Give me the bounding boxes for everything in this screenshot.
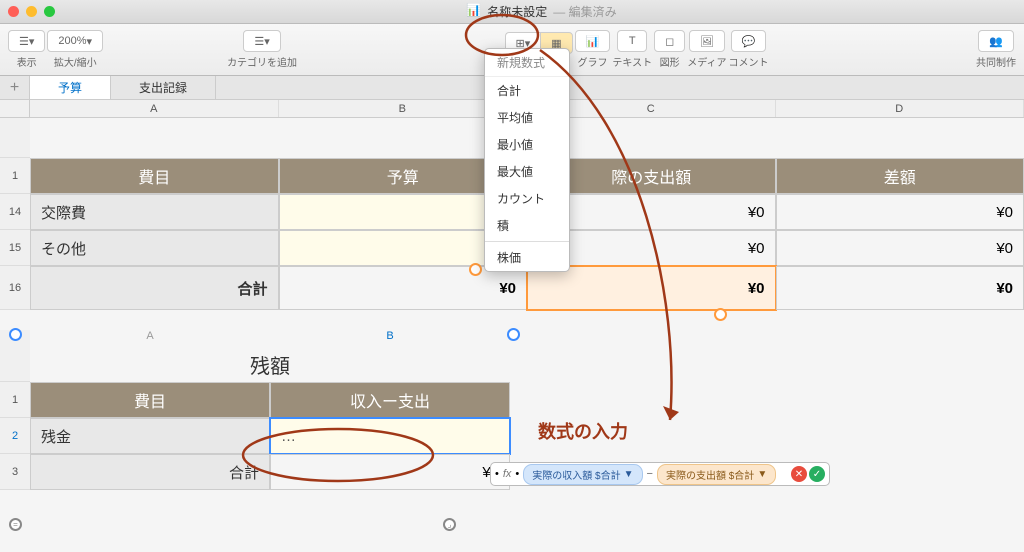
dropdown-min[interactable]: 最小値 xyxy=(485,131,569,158)
row-1[interactable]: 1 xyxy=(0,158,30,194)
category-group: ☰▾ カテゴリを追加 xyxy=(227,30,297,69)
media-label: メディア xyxy=(687,54,726,69)
confirm-formula-button[interactable]: ✓ xyxy=(809,466,825,482)
comment-button[interactable]: 💬 xyxy=(731,30,767,52)
col2-B[interactable]: B xyxy=(270,330,510,346)
app-icon: 📊 xyxy=(466,3,481,20)
cell2-total-label[interactable]: 合計 xyxy=(30,454,270,490)
dropdown-separator xyxy=(485,241,569,242)
cell-entertainment[interactable]: 交際費 xyxy=(30,194,279,230)
category-button[interactable]: ☰▾ xyxy=(243,30,280,52)
view-label: 表示 xyxy=(17,54,37,69)
tab-budget[interactable]: 予算 xyxy=(30,76,111,99)
comment-label: コメント xyxy=(729,54,769,69)
header2-item[interactable]: 費目 xyxy=(30,382,270,418)
shape-label: 図形 xyxy=(660,54,680,69)
table-handle[interactable] xyxy=(9,328,22,341)
view-button[interactable]: ☰▾ xyxy=(8,30,45,52)
cell[interactable]: ¥0 xyxy=(776,194,1024,230)
cell-other[interactable]: その他 xyxy=(30,230,279,266)
chart-button[interactable]: 📊 xyxy=(575,30,611,52)
document-title: 名称未設定 xyxy=(487,3,547,20)
cell[interactable]: ¥0 xyxy=(776,230,1024,266)
table-equals-handle[interactable]: = xyxy=(9,518,22,531)
dropdown-avg[interactable]: 平均値 xyxy=(485,104,569,131)
table2-title: 残額 xyxy=(30,346,510,382)
category-label: カテゴリを追加 xyxy=(227,54,297,69)
fx-label: fx xyxy=(503,468,512,480)
collab-button[interactable]: 👥 xyxy=(978,30,1014,52)
table-handle[interactable] xyxy=(507,328,520,341)
annotation-label: 数式の入力 xyxy=(538,418,628,444)
maximize-window-button[interactable] xyxy=(44,6,55,17)
minimize-window-button[interactable] xyxy=(26,6,37,17)
formula-editor[interactable]: • fx • 実際の収入額 $合計 ▼ − 実際の支出額 $合計 ▼ ✕ ✓ xyxy=(490,462,830,486)
collab-label: 共同制作 xyxy=(976,54,1016,69)
dropdown-new-formula[interactable]: 新規数式 xyxy=(485,49,569,77)
view-group: ☰▾ 表示 xyxy=(8,30,45,69)
minus-operator: − xyxy=(647,468,653,480)
dropdown-sum[interactable]: 合計 xyxy=(485,77,569,104)
zoom-group: 200%▾ 拡大/縮小 xyxy=(47,30,103,69)
media-button[interactable]: 🖼 xyxy=(689,30,725,52)
dropdown-max[interactable]: 最大値 xyxy=(485,158,569,185)
dropdown-count[interactable]: カウント xyxy=(485,185,569,212)
chart-label: グラフ xyxy=(578,54,608,69)
shape-button[interactable]: ◻ xyxy=(654,30,685,52)
formula-token-income[interactable]: 実際の収入額 $合計 ▼ xyxy=(523,464,642,485)
cell-formula-editing[interactable]: … xyxy=(270,418,510,454)
cell-total-budget[interactable]: ¥0 xyxy=(279,266,528,310)
cell-remaining[interactable]: 残金 xyxy=(30,418,270,454)
dropdown-product[interactable]: 積 xyxy=(485,212,569,239)
col-A[interactable]: A xyxy=(30,100,279,117)
titlebar: 📊 名称未設定 — 編集済み xyxy=(0,0,1024,24)
row-numbers-2: 1 2 3 xyxy=(0,330,30,490)
formula-token-expense[interactable]: 実際の支出額 $合計 ▼ xyxy=(657,464,776,485)
row2-1[interactable]: 1 xyxy=(0,382,30,418)
formula-dropdown: 新規数式 合計 平均値 最小値 最大値 カウント 積 株価 xyxy=(484,48,570,272)
table-corner-handle[interactable]: ⌟ xyxy=(443,518,456,531)
window-title: 📊 名称未設定 — 編集済み xyxy=(67,3,1016,20)
selection-handle[interactable] xyxy=(714,308,727,321)
col-D[interactable]: D xyxy=(776,100,1024,117)
cell-total-actual-selected[interactable]: ¥0 xyxy=(527,266,776,310)
dropdown-stock[interactable]: 株価 xyxy=(485,244,569,271)
row-15[interactable]: 15 xyxy=(0,230,30,266)
header2-balance[interactable]: 収入ー支出 xyxy=(270,382,510,418)
row-numbers: 1 14 15 16 xyxy=(0,118,30,310)
chevron-down-icon: ▼ xyxy=(757,469,767,480)
row2-3[interactable]: 3 xyxy=(0,454,30,490)
text-button[interactable]: T xyxy=(617,30,647,52)
formula-dot-icon: • xyxy=(495,468,499,480)
header-diff[interactable]: 差額 xyxy=(776,158,1024,194)
cancel-formula-button[interactable]: ✕ xyxy=(791,466,807,482)
cell-total-label[interactable]: 合計 xyxy=(30,266,279,310)
row2-2[interactable]: 2 xyxy=(0,418,30,454)
row-16[interactable]: 16 xyxy=(0,266,30,310)
cell-total-diff[interactable]: ¥0 xyxy=(776,266,1024,310)
tab-spending[interactable]: 支出記録 xyxy=(111,76,216,99)
header-item[interactable]: 費目 xyxy=(30,158,279,194)
document-edited-label: — 編集済み xyxy=(553,3,616,20)
text-label: テキスト xyxy=(612,54,652,69)
close-window-button[interactable] xyxy=(8,6,19,17)
zoom-label: 拡大/縮小 xyxy=(54,54,97,69)
row-14[interactable]: 14 xyxy=(0,194,30,230)
window-controls xyxy=(8,6,55,17)
table-balance: A B 残額 費目 収入ー支出 残金 … 合計 ¥0 xyxy=(30,330,510,490)
add-sheet-button[interactable]: + xyxy=(0,76,30,99)
selection-handle[interactable] xyxy=(469,263,482,276)
col2-A[interactable]: A xyxy=(30,330,270,346)
cell2-total[interactable]: ¥0 xyxy=(270,454,510,490)
zoom-select[interactable]: 200%▾ xyxy=(47,30,103,52)
chevron-down-icon: ▼ xyxy=(624,469,634,480)
